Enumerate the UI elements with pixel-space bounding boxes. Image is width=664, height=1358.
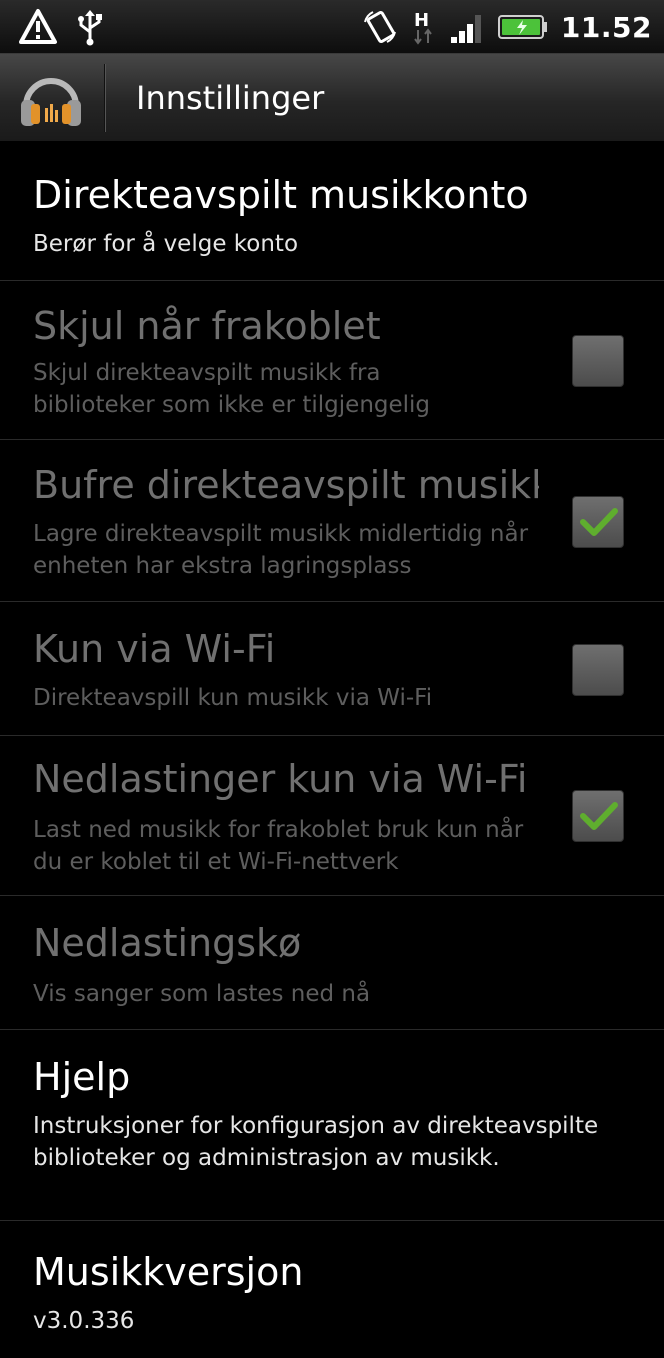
setting-downloads-wifi-only[interactable]: Nedlastinger kun via Wi-Fi Last ned musi… — [0, 736, 664, 896]
setting-title: Direkteavspilt musikkonto — [33, 173, 529, 217]
setting-summary: Direkteavspill kun musikk via Wi-Fi — [33, 685, 433, 711]
title-divider — [104, 64, 105, 132]
setting-download-queue[interactable]: Nedlastingskø Vis sanger som lastes ned … — [0, 896, 664, 1030]
setting-title: Bufre direkteavspilt musikk — [33, 463, 539, 507]
setting-title: Nedlastinger kun via Wi-Fi — [33, 757, 528, 801]
setting-title: Kun via Wi-Fi — [33, 627, 276, 671]
check-mark-icon — [580, 508, 618, 536]
setting-hide-offline[interactable]: Skjul når frakoblet Skjul direkteavspilt… — [0, 281, 664, 440]
setting-music-version[interactable]: Musikkversjon v3.0.336 — [0, 1221, 664, 1356]
signal-strength-icon — [449, 9, 485, 45]
setting-wifi-only[interactable]: Kun via Wi-Fi Direkteavspill kun musikk … — [0, 602, 664, 736]
check-mark-icon — [580, 802, 618, 830]
cache-music-checkbox[interactable] — [572, 496, 624, 548]
setting-summary: v3.0.336 — [33, 1308, 135, 1334]
warning-icon — [18, 8, 58, 46]
setting-title: Skjul når frakoblet — [33, 304, 381, 348]
setting-title: Hjelp — [33, 1055, 131, 1099]
setting-summary: Lagre direkteavspilt musikk midlertidig … — [33, 521, 529, 579]
page-title: Innstillinger — [136, 79, 325, 117]
usb-icon — [74, 8, 106, 46]
setting-summary: Skjul direkteavspilt musikk fra bibliote… — [33, 360, 431, 418]
setting-cache-streamed-music[interactable]: Bufre direkteavspilt musikk Lagre direkt… — [0, 440, 664, 602]
setting-title: Musikkversjon — [33, 1250, 304, 1294]
setting-summary: Instruksjoner for konfigurasjon av direk… — [33, 1113, 599, 1171]
status-clock: 11.52 — [560, 10, 652, 44]
setting-streaming-account[interactable]: Direkteavspilt musikkonto Berør for å ve… — [0, 142, 664, 281]
rotate-phone-icon — [361, 8, 399, 46]
setting-title: Nedlastingskø — [33, 921, 302, 965]
setting-summary: Berør for å velge konto — [33, 231, 299, 257]
setting-help[interactable]: Hjelp Instruksjoner for konfigurasjon av… — [0, 1030, 664, 1221]
setting-summary: Vis sanger som lastes ned nå — [33, 981, 371, 1007]
status-bar: H 11.52 — [0, 0, 664, 54]
battery-icon — [497, 12, 549, 42]
settings-list: Direkteavspilt musikkonto Berør for å ve… — [0, 142, 664, 1356]
setting-summary: Last ned musikk for frakoblet bruk kun n… — [33, 817, 524, 875]
network-type-label: H — [414, 10, 429, 31]
wifi-only-checkbox[interactable] — [572, 644, 624, 696]
title-bar: Innstillinger — [0, 54, 664, 142]
hide-offline-checkbox[interactable] — [572, 335, 624, 387]
hspa-data-icon: H — [411, 8, 437, 46]
downloads-wifi-checkbox[interactable] — [572, 790, 624, 842]
headphones-icon[interactable] — [16, 66, 86, 130]
